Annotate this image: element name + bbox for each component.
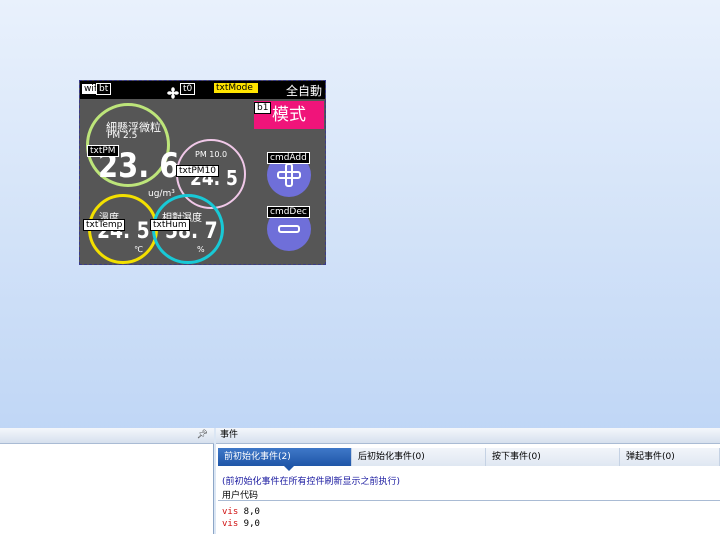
plus-icon: [277, 163, 301, 187]
event-description: (前初始化事件在所有控件刷新显示之前执行): [222, 477, 401, 487]
fan-label[interactable]: t0: [180, 83, 196, 95]
tab-pre-init[interactable]: 前初始化事件(2): [218, 448, 352, 471]
temp-unit: ℃: [134, 245, 143, 254]
fan-icon[interactable]: [167, 84, 179, 99]
tab-pre-init-label: 前初始化事件(2): [224, 452, 291, 462]
add-button-id[interactable]: cmdAdd: [267, 152, 310, 164]
tab-post-init[interactable]: 后初始化事件(0): [352, 448, 486, 466]
design-canvas[interactable]: wifi bt t0 txtMode 全自動 模式 b1 細懸浮微粒 PM 2.…: [79, 80, 326, 265]
hum-unit: %: [197, 245, 205, 254]
bottom-dock: 📌︎ 事件 前初始化事件(2) 后初始化事件(0) 按下事件(0) 弹起事件(0…: [0, 428, 720, 534]
event-panel-header: 事件: [216, 428, 720, 444]
tab-press-label: 按下事件(0): [492, 452, 541, 462]
pm25-subtitle: PM 2.5: [107, 131, 138, 141]
dec-button-id[interactable]: cmdDec: [267, 206, 310, 218]
code-keyword: vis: [222, 519, 239, 529]
mode-text-label[interactable]: txtMode: [214, 83, 258, 93]
bt-label[interactable]: bt: [96, 83, 112, 95]
attribute-panel-header: 📌︎: [0, 428, 214, 444]
event-panel: 事件 前初始化事件(2) 后初始化事件(0) 按下事件(0) 弹起事件(0) (…: [216, 428, 720, 534]
temp-text-label[interactable]: txtTemp: [83, 219, 126, 231]
mode-button-text: 模式: [272, 105, 306, 125]
tab-release-label: 弹起事件(0): [626, 452, 675, 462]
code-keyword: vis: [222, 507, 239, 517]
pm10-text-label[interactable]: txtPM10: [176, 165, 220, 177]
pm25-unit: ug/m³: [148, 189, 175, 199]
pin-icon[interactable]: 📌︎: [197, 430, 208, 440]
tab-release[interactable]: 弹起事件(0): [620, 448, 720, 466]
code-line[interactable]: vis 9,0: [222, 519, 260, 529]
auto-mode-status: 全自動: [286, 84, 323, 98]
pm10-title: PM 10.0: [195, 150, 228, 159]
event-tabs: 前初始化事件(2) 后初始化事件(0) 按下事件(0) 弹起事件(0): [218, 448, 720, 471]
code-line[interactable]: vis 8,0: [222, 507, 260, 517]
minus-icon: [278, 225, 300, 233]
pm25-text-label[interactable]: txtPM: [87, 145, 119, 157]
mode-button-id[interactable]: b1: [254, 102, 272, 114]
status-bar: wifi bt t0 txtMode 全自動: [80, 81, 325, 99]
code-editor[interactable]: vis 8,0 vis 9,0: [218, 500, 720, 534]
code-args: 8,0: [238, 507, 260, 517]
tab-press[interactable]: 按下事件(0): [486, 448, 620, 466]
hum-text-label[interactable]: txtHum: [150, 219, 190, 231]
event-panel-title: 事件: [220, 430, 239, 440]
tab-post-init-label: 后初始化事件(0): [358, 452, 425, 462]
attribute-panel[interactable]: 📌︎: [0, 428, 214, 534]
code-args: 9,0: [238, 519, 260, 529]
